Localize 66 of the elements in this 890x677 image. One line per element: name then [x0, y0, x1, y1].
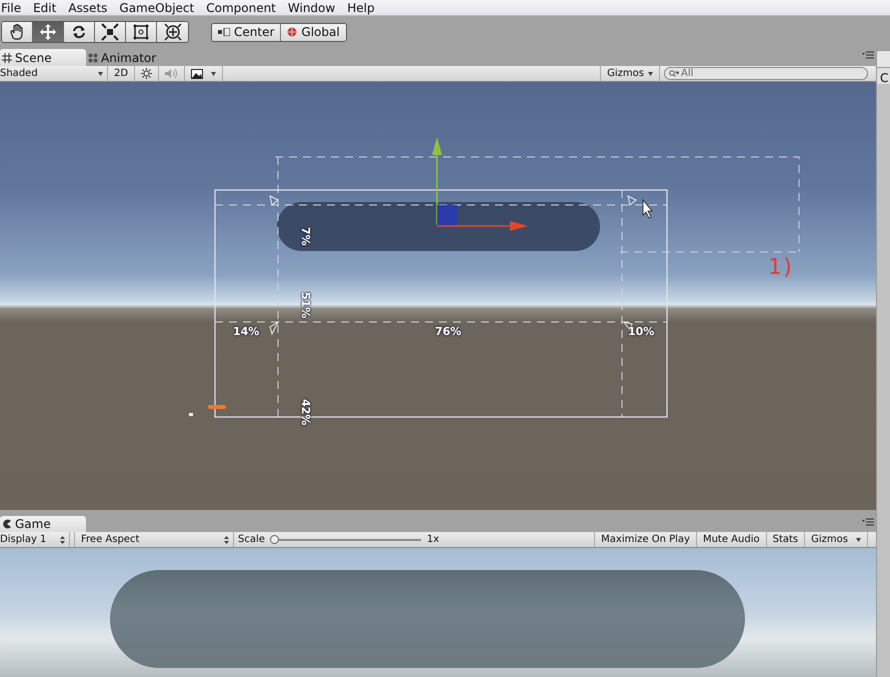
percentage-label: 10% — [628, 325, 654, 338]
2d-toggle[interactable]: 2D — [108, 66, 136, 81]
menu-item[interactable]: File — [1, 0, 28, 14]
percentage-label: 14% — [233, 325, 260, 338]
menu-item[interactable]: Assets — [68, 0, 114, 14]
transform-tool-button[interactable] — [157, 22, 188, 42]
percentage-label: 42% — [299, 399, 312, 426]
scale-tool-button[interactable] — [95, 22, 126, 42]
shading-dropdown[interactable]: Shaded — [0, 66, 108, 81]
caret-icon — [648, 72, 653, 76]
panel-tab[interactable]: Game — [0, 516, 86, 532]
game-view-toggle[interactable]: Mute Audio — [696, 532, 766, 547]
gizmos-dropdown[interactable]: Gizmos — [804, 532, 868, 547]
caret-icon — [856, 538, 861, 542]
pivot-button[interactable]: Center — [212, 24, 282, 40]
space-button[interactable]: Global — [281, 24, 346, 40]
panel-menu-icon[interactable] — [862, 518, 874, 526]
sun-icon — [141, 68, 152, 79]
panel-tab[interactable]: Scene — [0, 49, 86, 66]
sprite-marker — [208, 405, 226, 409]
aspect-dropdown[interactable]: Free Aspect — [74, 532, 234, 547]
scale-icon — [101, 23, 119, 41]
plane-handle[interactable] — [437, 205, 457, 226]
point-marker — [189, 413, 193, 416]
rect-icon — [132, 23, 150, 41]
annotation-label: 1) — [768, 255, 794, 280]
panel-tab[interactable]: Animator — [86, 49, 166, 66]
stepper-icon — [224, 536, 229, 544]
search-field[interactable]: All — [664, 67, 868, 80]
caret-icon — [98, 72, 103, 76]
scale-slider[interactable] — [270, 534, 421, 544]
move-arrows-icon — [39, 23, 57, 41]
gizmos-dropdown[interactable]: Gizmos — [600, 66, 660, 81]
panel-menu-icon[interactable] — [862, 51, 874, 59]
nodes-icon — [88, 52, 98, 62]
stepper-icon — [60, 536, 65, 544]
pivot-icon — [218, 28, 230, 36]
caret-icon — [211, 72, 216, 76]
image-icon — [191, 68, 204, 78]
scene-view[interactable]: 14% 76% 10% 7% 51% 42% 1) — [0, 82, 876, 510]
transform-icon — [164, 23, 182, 41]
display-dropdown[interactable]: Display 1 — [0, 532, 70, 547]
search-icon — [669, 70, 679, 78]
rotate-tool-button[interactable] — [64, 22, 95, 42]
hand-tool-button[interactable] — [2, 22, 33, 42]
menu-item[interactable]: Window — [288, 0, 342, 14]
cursor-icon — [642, 198, 653, 219]
percentage-label: 7% — [299, 227, 312, 246]
menu-item[interactable]: Component — [206, 0, 282, 14]
rotate-icon — [70, 23, 88, 41]
game-view-toggle[interactable]: Maximize On Play — [594, 532, 696, 547]
percentage-label: 76% — [435, 325, 462, 338]
scale-value: 1x — [426, 534, 440, 545]
menu-item[interactable]: GameObject — [119, 0, 200, 14]
game-view-toggle[interactable]: Stats — [766, 532, 804, 547]
pacman-icon — [2, 519, 12, 529]
menu-item[interactable]: Edit — [33, 0, 62, 14]
panel-tab-label: C — [877, 68, 890, 84]
menu-item[interactable]: Help — [347, 0, 381, 14]
move-tool-button[interactable] — [33, 22, 64, 42]
grid-icon — [2, 52, 12, 62]
scale-label: Scale — [238, 534, 265, 545]
percentage-label: 51% — [299, 292, 312, 318]
globe-icon — [287, 27, 298, 37]
speaker-icon — [165, 68, 178, 79]
rect-tool-button[interactable] — [126, 22, 157, 42]
